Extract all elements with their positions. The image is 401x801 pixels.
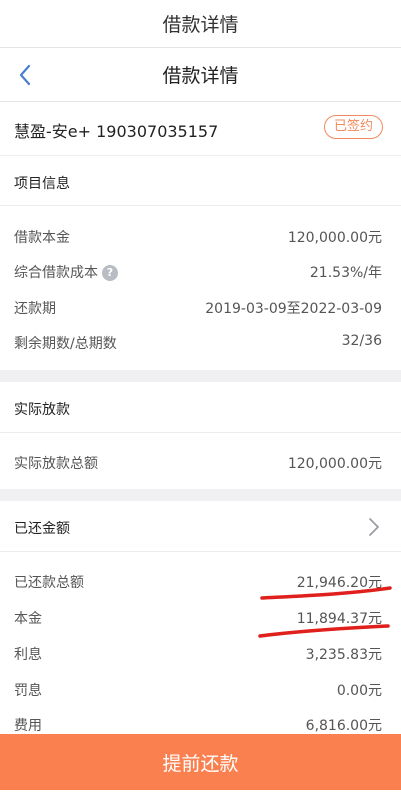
section-title: 实际放款 — [14, 402, 70, 418]
row-value: 2019-03-09至2022-03-09 — [205, 301, 382, 317]
row-value: 3,235.83元 — [305, 647, 382, 663]
chevron-left-icon — [19, 64, 31, 86]
app-title-bar: 借款详情 — [0, 0, 401, 48]
row-value: 0.00元 — [336, 683, 382, 699]
row-label: 借款本金 — [14, 230, 70, 246]
back-button[interactable] — [10, 60, 40, 90]
divider — [0, 205, 401, 206]
row-label: 综合借款成本 — [14, 265, 98, 281]
divider — [0, 432, 401, 433]
row-label: 费用 — [14, 718, 42, 734]
row-label: 罚息 — [14, 683, 42, 699]
row-label: 利息 — [14, 647, 42, 663]
row-value: 120,000.00元 — [287, 456, 382, 472]
row-label: 已还款总额 — [14, 575, 84, 591]
divider — [0, 551, 401, 552]
project-info-section: 项目信息 借款本金 120,000.00元 综合借款成本? 21.53%/年 还… — [0, 156, 401, 370]
row-label-with-help: 综合借款成本? — [14, 262, 118, 282]
help-icon[interactable]: ? — [102, 265, 118, 281]
section-title: 项目信息 — [14, 176, 70, 192]
page-title: 借款详情 — [162, 65, 239, 87]
loan-name: 慧盈-安e+ 190307035157 — [14, 122, 219, 141]
row-value: 21.53%/年 — [309, 265, 382, 281]
app-title: 借款详情 — [162, 14, 239, 36]
repaid-section: 已还金额 已还款总额 21,946.20元 本金 11,894.37元 利息 3… — [0, 501, 401, 734]
row-value: 32/36 — [341, 333, 382, 349]
row-label: 剩余期数/总期数 — [14, 336, 117, 352]
row-value: 21,946.20元 — [296, 575, 382, 591]
row-label: 实际放款总额 — [14, 456, 98, 472]
nav-bar: 借款详情 — [0, 48, 401, 102]
row-value: 11,894.37元 — [296, 611, 382, 627]
row-label: 还款期 — [14, 301, 56, 317]
bottom-strip — [0, 790, 401, 801]
row-value: 120,000.00元 — [287, 230, 382, 246]
section-title: 已还金额 — [14, 521, 70, 537]
chevron-right-icon[interactable] — [367, 517, 381, 537]
row-value: 6,816.00元 — [305, 718, 382, 734]
disbursement-section: 实际放款 实际放款总额 120,000.00元 — [0, 382, 401, 489]
status-badge: 已签约 — [323, 115, 383, 139]
section-gap — [0, 370, 401, 382]
section-gap — [0, 489, 401, 501]
repaid-header[interactable]: 已还金额 — [0, 501, 401, 551]
prepay-button[interactable]: 提前还款 — [0, 734, 401, 790]
row-label: 本金 — [14, 611, 42, 627]
